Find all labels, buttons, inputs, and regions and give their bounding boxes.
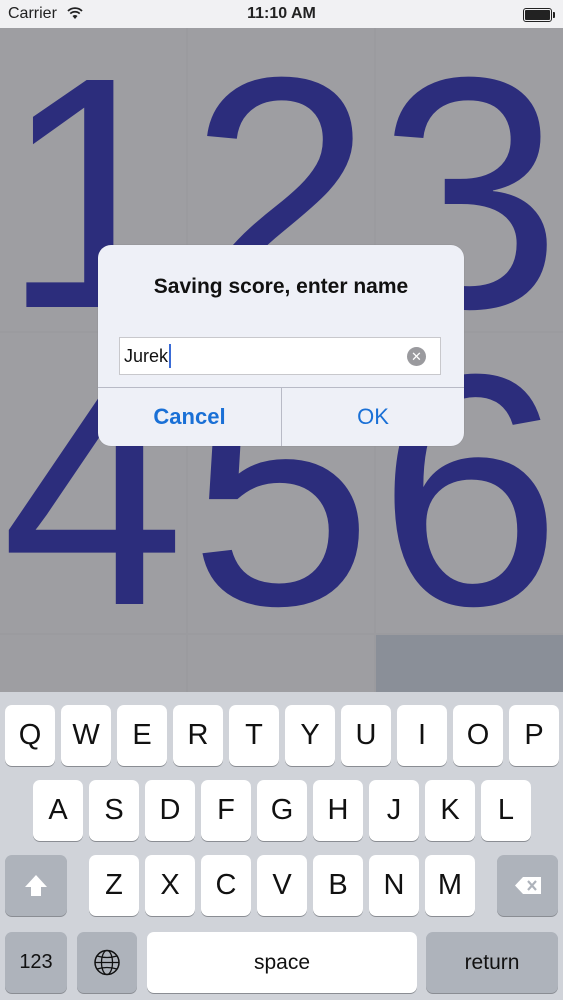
key-b[interactable]: B [313, 855, 363, 916]
key-t[interactable]: T [229, 705, 279, 766]
save-score-dialog: Saving score, enter name ✕ Cancel OK [98, 245, 464, 446]
key-r[interactable]: R [173, 705, 223, 766]
key-g[interactable]: G [257, 780, 307, 841]
keyboard: Q W E R T Y U I O P A S D F G H J K L Z … [0, 692, 563, 1000]
dialog-title: Saving score, enter name [153, 275, 409, 298]
grid-cell-8[interactable]: 2 [188, 635, 374, 692]
status-bar: Carrier 11:10 AM [0, 0, 563, 28]
cancel-button[interactable]: Cancel [98, 388, 281, 446]
key-n[interactable]: N [369, 855, 419, 916]
globe-icon [94, 949, 120, 976]
key-x[interactable]: X [145, 855, 195, 916]
key-a[interactable]: A [33, 780, 83, 841]
text-cursor [169, 344, 171, 368]
shift-key[interactable] [5, 855, 67, 916]
shift-icon [25, 875, 47, 896]
key-e[interactable]: E [117, 705, 167, 766]
grid-cell-7[interactable] [0, 635, 186, 692]
key-u[interactable]: U [341, 705, 391, 766]
grid-number: 2 [188, 667, 374, 693]
name-field[interactable]: ✕ [119, 337, 441, 375]
key-h[interactable]: H [313, 780, 363, 841]
key-m[interactable]: M [425, 855, 475, 916]
key-j[interactable]: J [369, 780, 419, 841]
space-key[interactable]: space [147, 932, 417, 993]
key-d[interactable]: D [145, 780, 195, 841]
key-o[interactable]: O [453, 705, 503, 766]
key-p[interactable]: P [509, 705, 559, 766]
battery-icon [523, 8, 555, 22]
name-input[interactable] [124, 338, 394, 374]
grid-cell-9[interactable] [376, 635, 563, 692]
key-z[interactable]: Z [89, 855, 139, 916]
ok-button[interactable]: OK [282, 388, 464, 446]
key-k[interactable]: K [425, 780, 475, 841]
clear-text-icon[interactable]: ✕ [407, 347, 426, 366]
key-q[interactable]: Q [5, 705, 55, 766]
key-v[interactable]: V [257, 855, 307, 916]
globe-key[interactable] [77, 932, 137, 993]
key-s[interactable]: S [89, 780, 139, 841]
clock-time: 11:10 AM [247, 5, 316, 22]
key-c[interactable]: C [201, 855, 251, 916]
return-key[interactable]: return [426, 932, 558, 993]
key-l[interactable]: L [481, 780, 531, 841]
delete-key[interactable] [497, 855, 558, 916]
numbers-key[interactable]: 123 [5, 932, 67, 993]
key-i[interactable]: I [397, 705, 447, 766]
key-f[interactable]: F [201, 780, 251, 841]
key-y[interactable]: Y [285, 705, 335, 766]
key-w[interactable]: W [61, 705, 111, 766]
delete-icon [514, 877, 541, 894]
